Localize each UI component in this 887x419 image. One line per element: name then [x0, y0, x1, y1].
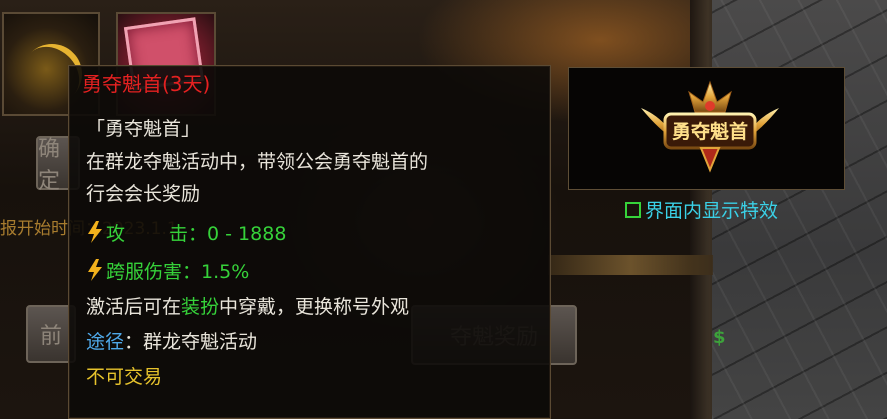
source-value: ：群龙夺魁活动 — [124, 331, 258, 353]
tooltip-quote: 「勇夺魁首」 — [86, 118, 201, 140]
champion-badge-icon: 勇夺魁首 — [641, 80, 779, 173]
attack-hit-label: 击： — [169, 223, 208, 245]
currency-symbol: $ — [713, 327, 726, 348]
badge-text: 勇夺魁首 — [672, 120, 748, 143]
lightning-icon — [88, 221, 102, 243]
lightning-icon — [88, 259, 102, 281]
cross-server-value: 1.5% — [201, 261, 250, 283]
source-line: 途径：群龙夺魁活动 — [86, 331, 257, 353]
tooltip-desc-line2: 行会会长奖励 — [86, 183, 201, 205]
effect-toggle[interactable]: 界面内显示特效 — [625, 196, 778, 223]
title-preview-panel: 勇夺魁首 — [568, 67, 845, 190]
attack-label: 攻 — [106, 223, 126, 245]
dress-up-link[interactable]: 装扮 — [181, 296, 219, 318]
effect-checkbox[interactable] — [625, 201, 641, 218]
attack-attribute: 攻 击：0 - 1888 — [86, 221, 286, 245]
effect-toggle-label: 界面内显示特效 — [645, 200, 779, 222]
tooltip-title: 勇夺魁首(3天) — [82, 72, 211, 96]
cross-server-label: 跨服伤害： — [106, 261, 202, 283]
activate-text-before: 激活后可在 — [86, 296, 182, 318]
item-tooltip: 勇夺魁首(3天) 「勇夺魁首」 在群龙夺魁活动中，带领公会勇夺魁首的 行会会长奖… — [68, 65, 551, 419]
source-label: 途径 — [86, 331, 125, 353]
tooltip-desc-line1: 在群龙夺魁活动中，带领公会勇夺魁首的 — [86, 151, 429, 173]
decorative-band — [548, 255, 713, 275]
untradeable-label: 不可交易 — [86, 366, 163, 388]
cross-server-attribute: 跨服伤害：1.5% — [86, 259, 249, 283]
activate-text-after: 中穿戴，更换称号外观 — [219, 296, 410, 318]
attack-value: 0 - 1888 — [207, 223, 287, 245]
activate-hint: 激活后可在装扮中穿戴，更换称号外观 — [86, 296, 409, 318]
